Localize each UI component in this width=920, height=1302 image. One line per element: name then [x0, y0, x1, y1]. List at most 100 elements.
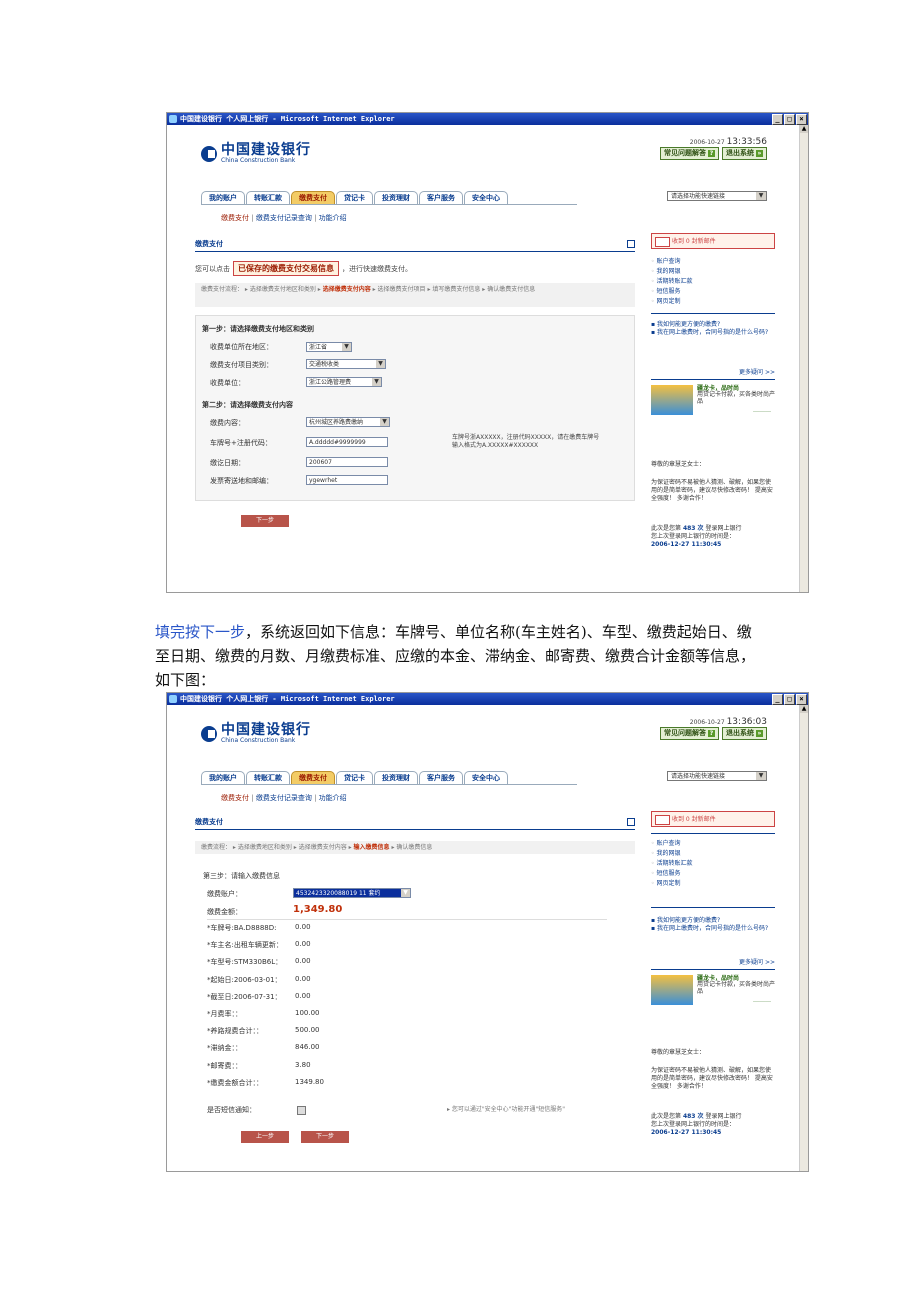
quick-link-value: 请选择功能快速链接 [671, 193, 726, 200]
unit-select[interactable]: 浙江公路管理费 ▼ [306, 377, 382, 387]
sub-navigation: 缴费支付 | 缴费支付记录查询 | 功能介绍 [221, 213, 347, 223]
subnav-intro[interactable]: 功能介绍 [319, 794, 347, 802]
subnav-sep: | [251, 794, 254, 802]
mail-icon [655, 237, 670, 247]
next-button[interactable]: 下一步 [241, 515, 289, 527]
promo-go[interactable]: ……… [753, 407, 771, 414]
detail-value: 3.80 [295, 1060, 311, 1069]
saved-transactions-button[interactable]: 已保存的缴费支付交易信息 [233, 261, 339, 276]
region-select[interactable]: 浙江省 ▼ [306, 342, 352, 352]
promo-go[interactable]: ……… [753, 997, 771, 1004]
date-text: 2006-10-27 [689, 139, 725, 146]
mail-notice[interactable]: 收到 0 封新邮件 [651, 811, 775, 827]
collapse-icon[interactable] [627, 240, 635, 248]
invoice-label: 发票寄送地和邮编： [210, 477, 273, 485]
promo-banner[interactable]: 疆龙卡，品时尚 用贷记卡付款，买各类时尚产品 ……… [651, 383, 775, 417]
tab-customer-service[interactable]: 客户服务 [419, 771, 463, 784]
sidebar-link[interactable]: 短信服务 [651, 869, 692, 879]
sidebar-link[interactable]: 网页定制 [651, 879, 692, 889]
close-button[interactable]: × [796, 114, 807, 125]
detail-label: 滞纳金：： [207, 1043, 243, 1053]
faq-button[interactable]: 常见问题解答? [660, 727, 719, 740]
login-line2: 登录网上银行 [705, 525, 742, 532]
maximize-button[interactable]: □ [784, 694, 795, 705]
plate-input[interactable]: A.ddddd#9999999 [306, 437, 388, 447]
tab-payment[interactable]: 缴费支付 [291, 771, 335, 784]
close-button[interactable]: × [796, 694, 807, 705]
ccb-logo: 中国建设银行 China Construction Bank [201, 723, 311, 744]
sidebar-link[interactable]: 短信服务 [651, 287, 692, 297]
tab-my-account[interactable]: 我的账户 [201, 771, 245, 784]
sms-label: 是否短信通知： [207, 1106, 256, 1114]
more-faq-link[interactable]: 更多疑问 >> [739, 957, 775, 966]
tab-my-account[interactable]: 我的账户 [201, 191, 245, 204]
security-tip: 为保证密码不易被他人猜测、破解，如果您使用的是简单密码，建议尽快修改密码！ 提高… [651, 479, 773, 502]
credit-card-image [651, 385, 693, 415]
subnav-intro[interactable]: 功能介绍 [319, 214, 347, 222]
mail-notice[interactable]: 收到 0 封新邮件 [651, 233, 775, 249]
prose-text: ，系统返回如下信息：车牌号、单位名称(车主姓名)、车型、缴费起始日、缴至日期、缴… [155, 623, 756, 689]
tab-investment[interactable]: 投资理财 [374, 191, 418, 204]
invoice-input[interactable]: ygewrhet [306, 475, 388, 485]
tab-security[interactable]: 安全中心 [464, 191, 508, 204]
tab-security[interactable]: 安全中心 [464, 771, 508, 784]
quick-link-select[interactable]: 请选择功能快速链接 ▼ [667, 191, 767, 201]
collapse-icon[interactable] [627, 818, 635, 826]
sidebar-link[interactable]: 我的网银 [651, 267, 692, 277]
sidebar-link[interactable]: 活期转账汇款 [651, 859, 692, 869]
prose-highlight: 填完按下一步 [155, 623, 246, 641]
tab-credit-card[interactable]: 贷记卡 [336, 771, 373, 784]
vertical-scrollbar[interactable]: ▲ [799, 125, 808, 592]
minimize-button[interactable]: _ [772, 114, 783, 125]
sidebar-link[interactable]: 账户查询 [651, 839, 692, 849]
subnav-payment[interactable]: 缴费支付 [221, 794, 249, 802]
sidebar-link[interactable]: 活期转账汇款 [651, 277, 692, 287]
sms-checkbox[interactable] [297, 1106, 306, 1115]
browser-window-1: 中国建设银行 个人网上银行 - Microsoft Internet Explo… [166, 112, 809, 593]
explanation-paragraph: 填完按下一步，系统返回如下信息：车牌号、单位名称(车主姓名)、车型、缴费起始日、… [155, 620, 765, 692]
chevron-down-icon: ▼ [342, 343, 351, 351]
faq-button[interactable]: 常见问题解答? [660, 147, 719, 160]
subnav-payment[interactable]: 缴费支付 [221, 214, 249, 222]
subnav-sep: | [314, 794, 317, 802]
browser-window-2: 中国建设银行 个人网上银行 - Microsoft Internet Explo… [166, 692, 809, 1172]
tab-payment[interactable]: 缴费支付 [291, 191, 335, 204]
more-faq-link[interactable]: 更多疑问 >> [739, 367, 775, 376]
content-select[interactable]: 杭州城区养路费缴纳 ▼ [306, 417, 390, 427]
faq-item[interactable]: 我在网上缴费时，合同号指的是什么号码? [651, 925, 775, 933]
quick-link-select[interactable]: 请选择功能快速链接 ▼ [667, 771, 767, 781]
tab-transfer[interactable]: 转账汇款 [246, 191, 290, 204]
category-select[interactable]: 交通税收类 ▼ [306, 359, 386, 369]
chevron-down-icon: ▼ [756, 772, 766, 780]
sidebar-link[interactable]: 账户查询 [651, 257, 692, 267]
scroll-up-icon[interactable]: ▲ [800, 125, 808, 133]
sidebar-divider [651, 907, 775, 908]
tab-customer-service[interactable]: 客户服务 [419, 191, 463, 204]
account-select[interactable]: 4532423320088019 11 套约 ▼ [293, 888, 411, 898]
subnav-records[interactable]: 缴费支付记录查询 [256, 794, 312, 802]
promo-banner[interactable]: 疆龙卡，品时尚 用贷记卡付款，买各类时尚产品 ……… [651, 973, 775, 1007]
vertical-scrollbar[interactable]: ▲ [799, 705, 808, 1171]
sidebar-link[interactable]: 网页定制 [651, 297, 692, 307]
tab-credit-card[interactable]: 贷记卡 [336, 191, 373, 204]
faq-item[interactable]: 我如何能更方便的缴费? [651, 321, 775, 329]
faq-item[interactable]: 我如何能更方便的缴费? [651, 917, 775, 925]
mail-icon [655, 815, 670, 825]
sidebar-link[interactable]: 我的网银 [651, 849, 692, 859]
account-value: 4532423320088019 11 套约 [296, 890, 381, 897]
tab-investment[interactable]: 投资理财 [374, 771, 418, 784]
tab-transfer[interactable]: 转账汇款 [246, 771, 290, 784]
last-login-label: 您上次登录网上银行的时间是： [651, 1121, 736, 1128]
scroll-up-icon[interactable]: ▲ [800, 705, 808, 713]
prev-button[interactable]: 上一步 [241, 1131, 289, 1143]
minimize-button[interactable]: _ [772, 694, 783, 705]
subnav-records[interactable]: 缴费支付记录查询 [256, 214, 312, 222]
next-button[interactable]: 下一步 [301, 1131, 349, 1143]
deadline-input[interactable]: 200607 [306, 457, 388, 467]
maximize-button[interactable]: □ [784, 114, 795, 125]
exit-button[interactable]: 退出系统» [722, 727, 767, 740]
faq-item[interactable]: 我在网上缴费时，合同号指的是什么号码? [651, 329, 775, 337]
last-login-time: 2006-12-27 11:30:45 [651, 541, 722, 548]
exit-button-label: 退出系统 [726, 729, 754, 737]
exit-button[interactable]: 退出系统» [722, 147, 767, 160]
